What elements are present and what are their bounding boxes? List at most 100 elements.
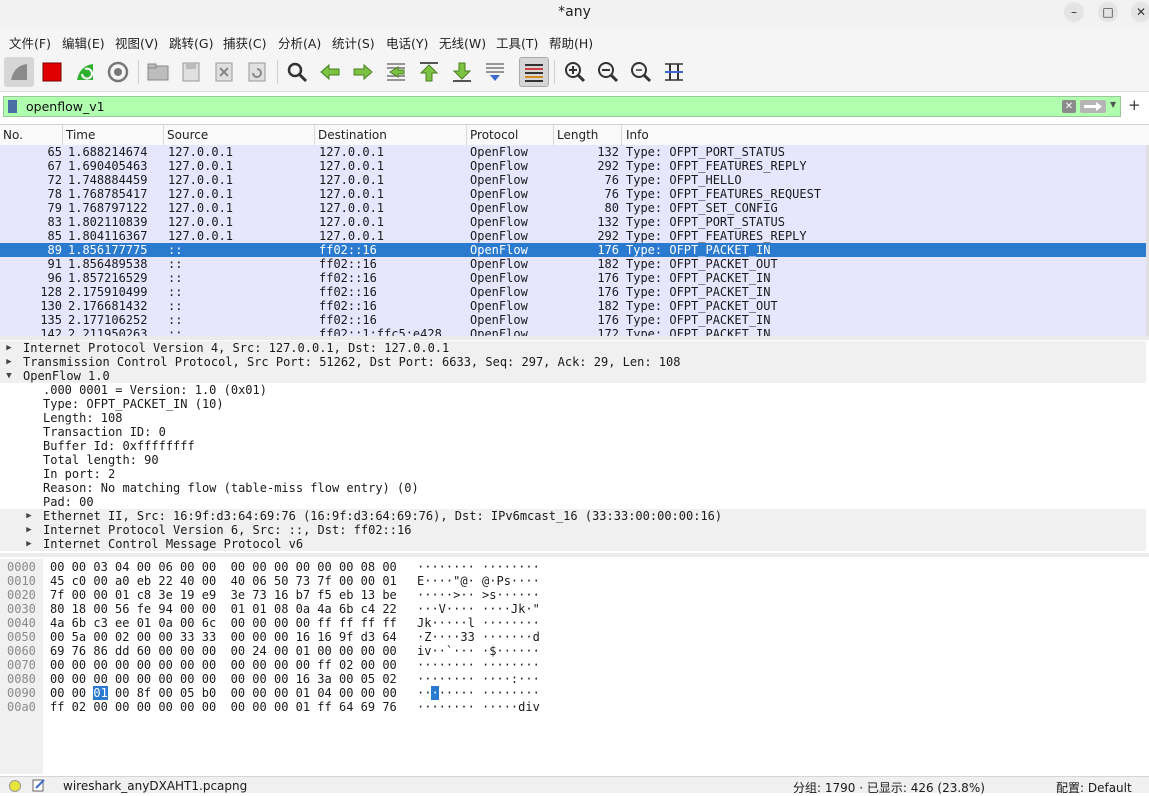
detail-row[interactable]: Transaction ID: 0 — [0, 425, 1146, 439]
capture-comment-icon[interactable] — [32, 778, 46, 792]
menu-go[interactable]: 跳转(G) — [169, 33, 213, 52]
filter-history-chevron-down-icon[interactable]: ▼ — [1110, 100, 1116, 109]
byte-ascii: ········ ·····div — [417, 700, 540, 714]
go-last-icon[interactable] — [447, 57, 477, 87]
menu-view[interactable]: 视图(V) — [115, 33, 158, 52]
packet-len: 132 — [597, 215, 619, 229]
detail-row[interactable]: ▶ Transmission Control Protocol, Src Port… — [0, 355, 1146, 369]
close-button[interactable]: ✕ — [1131, 2, 1149, 22]
packet-row[interactable]: 79 1.768797122 127.0.0.1 127.0.0.1 OpenFlow 8… — [0, 201, 1146, 215]
display-filter-input[interactable]: openflow_v1 ✕ ▼ — [3, 96, 1121, 117]
detail-row[interactable]: ▶ Internet Protocol Version 4, Src: 127.0… — [0, 341, 1146, 355]
packet-len: 182 — [597, 257, 619, 271]
packet-row[interactable]: 91 1.856489538:: ff02::16 OpenFlow 182 Type: … — [0, 257, 1146, 271]
detail-row[interactable]: Total length: 90 — [0, 453, 1146, 467]
col-time[interactable]: Time — [66, 128, 95, 142]
zoom-in-icon[interactable] — [560, 57, 590, 87]
minimize-button[interactable]: – — [1064, 2, 1084, 22]
packet-time: 1.768785417 — [68, 187, 148, 201]
capture-options-icon[interactable] — [103, 57, 133, 87]
detail-row[interactable]: ▶ Internet Protocol Version 6, Src: ::, D… — [0, 523, 1146, 537]
menu-edit[interactable]: 编辑(E) — [62, 33, 105, 52]
menu-statistics[interactable]: 统计(S) — [332, 33, 375, 52]
packet-row[interactable]: 142 2.211950263:: ff02::1:ffc5:e428 OpenFlo… — [0, 327, 1146, 336]
col-no[interactable]: No. — [3, 128, 23, 142]
zoom-out-icon[interactable] — [593, 57, 623, 87]
pane-splitter[interactable] — [0, 336, 1149, 340]
packet-row[interactable]: 128 2.175910499:: ff02::16 OpenFlow 176 Type:… — [0, 285, 1146, 299]
expert-info-icon[interactable] — [9, 780, 21, 792]
packet-row[interactable]: 130 2.176681432:: ff02::16 OpenFlow 182 Type:… — [0, 299, 1146, 313]
restart-capture-icon[interactable] — [70, 57, 100, 87]
packet-row[interactable]: 78 1.768785417 127.0.0.1 127.0.0.1 OpenFlow 7… — [0, 187, 1146, 201]
maximize-button[interactable]: □ — [1098, 2, 1118, 22]
collapsed-arrow-icon[interactable]: ▶ — [24, 523, 34, 537]
find-packet-icon[interactable] — [282, 57, 312, 87]
packet-row[interactable]: 83 1.802110839 127.0.0.1 127.0.0.1 OpenFlow 1… — [0, 215, 1146, 229]
collapsed-arrow-icon[interactable]: ▶ — [24, 509, 34, 523]
col-length[interactable]: Length — [557, 128, 598, 142]
clear-filter-icon[interactable]: ✕ — [1062, 100, 1076, 113]
packet-time: 1.804116367 — [68, 229, 148, 243]
colorize-icon[interactable] — [519, 57, 549, 87]
col-source[interactable]: Source — [167, 128, 208, 142]
packet-row[interactable]: 85 1.804116367 127.0.0.1 127.0.0.1 OpenFlow 2… — [0, 229, 1146, 243]
menu-help[interactable]: 帮助(H) — [549, 33, 593, 52]
detail-row[interactable]: Reason: No matching flow (table-miss flo… — [0, 481, 1146, 495]
packet-row[interactable]: 72 1.748884459 127.0.0.1 127.0.0.1 OpenFlow 7… — [0, 173, 1146, 187]
close-file-icon[interactable] — [209, 57, 239, 87]
packet-row[interactable]: 96 1.857216529:: ff02::16 OpenFlow 176 Type: … — [0, 271, 1146, 285]
selected-byte-ascii[interactable]: · — [431, 686, 439, 700]
pane-splitter[interactable] — [0, 553, 1149, 557]
go-back-icon[interactable] — [315, 57, 345, 87]
menu-file[interactable]: 文件(F) — [9, 33, 51, 52]
profile-label[interactable]: 配置: Default — [1056, 779, 1132, 796]
detail-text: Reason: No matching flow (table-miss flo… — [43, 481, 419, 495]
detail-row[interactable]: Type: OFPT_PACKET_IN (10) — [0, 397, 1146, 411]
collapsed-arrow-icon[interactable]: ▶ — [24, 537, 34, 551]
collapsed-arrow-icon[interactable]: ▶ — [4, 355, 14, 369]
bookmark-icon[interactable] — [8, 100, 17, 113]
menu-wireless[interactable]: 无线(W) — [439, 33, 486, 52]
packet-row[interactable]: 67 1.690405463 127.0.0.1 127.0.0.1 OpenFlow 2… — [0, 159, 1146, 173]
expanded-arrow-icon[interactable]: ▼ — [4, 369, 14, 383]
packet-src: :: — [168, 313, 183, 327]
detail-row[interactable]: .000 0001 = Version: 1.0 (0x01) — [0, 383, 1146, 397]
packet-dst: 127.0.0.1 — [319, 187, 385, 201]
col-info[interactable]: Info — [626, 128, 649, 142]
start-capture-icon[interactable] — [4, 57, 34, 87]
menu-bar: 文件(F) 编辑(E) 视图(V) 跳转(G) 捕获(C) 分析(A) 统计(S… — [0, 27, 1149, 53]
reload-file-icon[interactable] — [242, 57, 272, 87]
col-protocol[interactable]: Protocol — [470, 128, 518, 142]
packet-row[interactable]: 135 2.177106252:: ff02::16 OpenFlow 176 Type:… — [0, 313, 1146, 327]
detail-row[interactable]: Pad: 00 — [0, 495, 1146, 509]
detail-row[interactable]: Buffer Id: 0xffffffff — [0, 439, 1146, 453]
stop-capture-icon[interactable] — [37, 57, 67, 87]
save-file-icon[interactable] — [176, 57, 206, 87]
menu-analyze[interactable]: 分析(A) — [278, 33, 321, 52]
apply-filter-icon[interactable] — [1080, 100, 1106, 113]
packet-list-header: No. Time Source Destination Protocol Len… — [0, 124, 1149, 146]
packet-proto: OpenFlow — [470, 187, 528, 201]
go-forward-icon[interactable] — [348, 57, 378, 87]
menu-tools[interactable]: 工具(T) — [496, 33, 538, 52]
packet-row[interactable]: 65 1.688214674 127.0.0.1 127.0.0.1 OpenFlow 1… — [0, 145, 1146, 159]
menu-telephony[interactable]: 电话(Y) — [386, 33, 428, 52]
detail-row[interactable]: ▼ OpenFlow 1.0 — [0, 369, 1146, 383]
selected-byte-hex[interactable]: 01 — [93, 686, 108, 700]
open-file-icon[interactable] — [143, 57, 173, 87]
go-to-packet-icon[interactable] — [381, 57, 411, 87]
resize-columns-icon[interactable] — [659, 57, 689, 87]
detail-row[interactable]: In port: 2 — [0, 467, 1146, 481]
packet-row[interactable]: 89 1.856177775:: ff02::16 OpenFlow 176 Type: … — [0, 243, 1146, 257]
zoom-normal-icon[interactable] — [626, 57, 656, 87]
collapsed-arrow-icon[interactable]: ▶ — [4, 341, 14, 355]
detail-row[interactable]: Length: 108 — [0, 411, 1146, 425]
detail-row[interactable]: ▶ Internet Control Message Protocol v6 — [0, 537, 1146, 551]
col-destination[interactable]: Destination — [318, 128, 387, 142]
go-first-icon[interactable] — [414, 57, 444, 87]
add-filter-button[interactable]: + — [1128, 96, 1141, 114]
menu-capture[interactable]: 捕获(C) — [223, 33, 266, 52]
autoscroll-icon[interactable] — [480, 57, 510, 87]
detail-row[interactable]: ▶ Ethernet II, Src: 16:9f:d3:64:69:76 (16… — [0, 509, 1146, 523]
